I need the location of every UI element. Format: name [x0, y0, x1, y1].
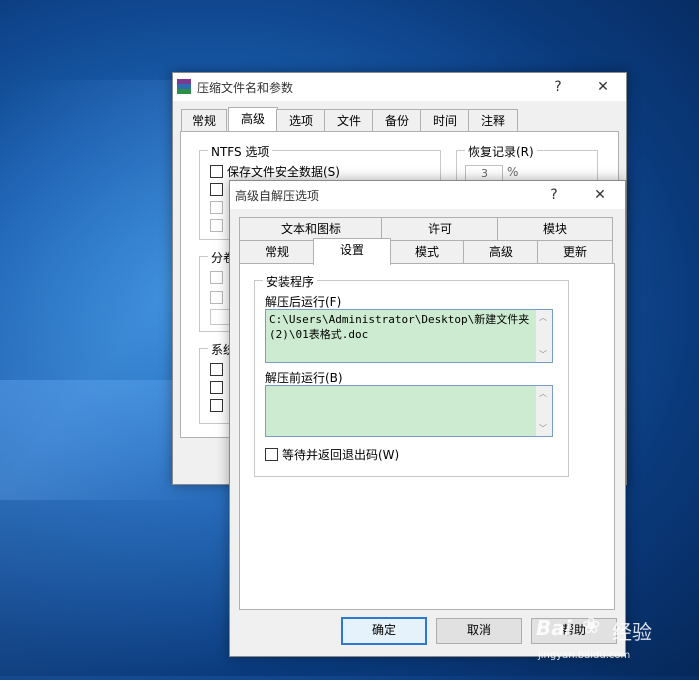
cancel-button[interactable]: 取消 — [436, 618, 522, 644]
close-button[interactable]: ✕ — [586, 75, 620, 99]
split-option-checkbox[interactable] — [210, 291, 223, 304]
save-security-checkbox[interactable] — [210, 165, 223, 178]
run-after-field[interactable]: C:\Users\Administrator\Desktop\新建文件夹 (2)… — [265, 309, 553, 363]
advanced-sfx-options-window: 高级自解压选项 ? ✕ 文本和图标 许可 模块 常规 设置 模式 高级 更新 安… — [229, 180, 626, 657]
close-button[interactable]: ✕ — [583, 183, 617, 207]
tab-comment[interactable]: 注释 — [468, 109, 518, 132]
help-button[interactable]: ? — [537, 183, 571, 207]
scroll-down-icon[interactable]: ﹀ — [539, 349, 547, 360]
tab-advanced[interactable]: 高级 — [228, 107, 278, 133]
tab-general[interactable]: 常规 — [239, 240, 315, 263]
watermark-url: jingyan.baidu.com — [538, 650, 631, 661]
ntfs-option-checkbox[interactable] — [210, 201, 223, 214]
ntfs-option-checkbox[interactable] — [210, 219, 223, 232]
tab-update[interactable]: 更新 — [537, 240, 613, 263]
run-before-label: 解压前运行(B) — [265, 371, 343, 385]
tab-general[interactable]: 常规 — [181, 109, 227, 132]
title-bar: 压缩文件名和参数 ? ✕ — [173, 73, 626, 101]
scroll-down-icon[interactable]: ﹀ — [539, 423, 547, 434]
tab-options[interactable]: 选项 — [276, 109, 326, 132]
run-after-value-line: (2)\01表格式.doc — [269, 328, 369, 341]
ok-button[interactable]: 确定 — [341, 617, 427, 645]
title-bar: 高级自解压选项 ? ✕ — [230, 181, 625, 209]
system-option-checkbox[interactable] — [210, 363, 223, 376]
tab-license[interactable]: 许可 — [381, 217, 499, 240]
winrar-icon — [177, 79, 191, 95]
tab-setup[interactable]: 设置 — [313, 238, 391, 265]
window-title: 高级自解压选项 — [235, 189, 320, 203]
paw-icon: ❀ — [582, 614, 601, 639]
run-after-label: 解压后运行(F) — [265, 295, 342, 309]
tab-time[interactable]: 时间 — [420, 109, 470, 132]
group-label: 安装程序 — [263, 273, 318, 290]
system-option-checkbox[interactable] — [210, 381, 223, 394]
split-option-checkbox[interactable] — [210, 271, 223, 284]
watermark-brand-2: 经验 — [612, 620, 652, 644]
setup-program-group: 安装程序 解压后运行(F) C:\Users\Administrator\Des… — [254, 273, 569, 477]
run-before-field[interactable]: ︿ ﹀ — [265, 385, 553, 437]
tab-files[interactable]: 文件 — [324, 109, 374, 132]
tab-backup[interactable]: 备份 — [372, 109, 422, 132]
group-label: NTFS 选项 — [208, 143, 273, 160]
tab-module[interactable]: 模块 — [497, 217, 613, 240]
help-button[interactable]: ? — [541, 75, 575, 99]
checkbox-label: 保存文件安全数据(S) — [227, 165, 340, 179]
wait-exit-code-checkbox[interactable] — [265, 448, 278, 461]
tab-text-and-icon[interactable]: 文本和图标 — [239, 217, 383, 240]
scroll-up-icon[interactable]: ︿ — [539, 388, 547, 399]
watermark-brand: Bai — [536, 616, 572, 640]
tab-mode[interactable]: 模式 — [389, 240, 465, 263]
scroll-up-icon[interactable]: ︿ — [539, 312, 547, 323]
run-after-value-line: C:\Users\Administrator\Desktop\新建文件夹 — [269, 313, 530, 326]
window-title: 压缩文件名和参数 — [197, 81, 294, 95]
baidu-watermark: Bai ❀ 经验 jingyan.baidu.com — [536, 612, 696, 672]
vertical-scrollbar[interactable]: ︿ ﹀ — [535, 310, 552, 362]
unit-label: % — [507, 165, 519, 179]
vertical-scrollbar[interactable]: ︿ ﹀ — [535, 386, 552, 436]
ntfs-option-checkbox[interactable] — [210, 183, 223, 196]
checkbox-label: 等待并返回退出码(W) — [282, 448, 400, 462]
tab-panel: 安装程序 解压后运行(F) C:\Users\Administrator\Des… — [239, 263, 615, 610]
system-option-checkbox[interactable] — [210, 399, 223, 412]
group-label: 恢复记录(R) — [465, 143, 537, 160]
recovery-spinner[interactable]: 3 — [465, 165, 503, 181]
tab-advanced[interactable]: 高级 — [463, 240, 539, 263]
